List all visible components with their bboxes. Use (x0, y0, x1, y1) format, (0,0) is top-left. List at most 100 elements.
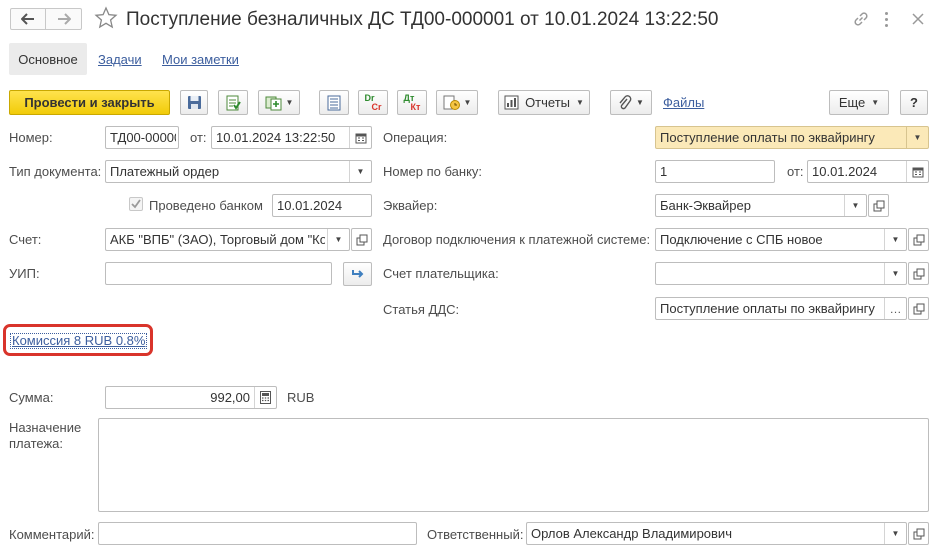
paperclip-icon (619, 94, 632, 109)
bank-date-field[interactable]: 10.01.2024 (807, 160, 929, 183)
open-icon (356, 234, 368, 246)
tab-main-label: Основное (18, 51, 78, 67)
acquirer-open-button[interactable] (868, 194, 889, 217)
post-and-close-button[interactable]: Провести и закрыть (9, 90, 170, 115)
date-from-label: от: (190, 130, 207, 145)
number-label: Номер: (9, 130, 53, 145)
forward-button[interactable] (46, 8, 82, 30)
document-clock-icon (443, 95, 460, 110)
dropdown-icon[interactable]: ▼ (327, 229, 349, 250)
payer-account-label: Счет плательщика: (383, 266, 499, 281)
calendar-icon[interactable] (906, 161, 928, 182)
comment-input[interactable] (98, 522, 417, 545)
post-button[interactable] (218, 90, 248, 115)
date-value: 10.01.2024 13:22:50 (216, 130, 336, 145)
currency-label: RUB (287, 390, 315, 405)
sum-label: Сумма: (9, 390, 54, 405)
print-document-button[interactable]: ▼ (436, 90, 478, 115)
cr-text: Cr (371, 101, 382, 112)
account-select[interactable]: АКБ "ВПБ" (ЗАО), Торговый дом "Комплексн… (105, 228, 350, 251)
create-based-on-button[interactable]: ▼ (258, 90, 300, 115)
bank-posted-date-value: 10.01.2024 (277, 198, 343, 213)
document-journal-button[interactable] (319, 90, 349, 115)
payer-account-open-button[interactable] (908, 262, 929, 285)
dropdown-icon[interactable]: ▼ (906, 127, 928, 148)
dropdown-icon[interactable]: ▼ (884, 263, 906, 284)
help-button[interactable]: ? (900, 90, 928, 115)
dds-value: Поступление оплаты по эквайрингу (660, 301, 875, 316)
uip-input[interactable] (105, 262, 332, 285)
account-open-button[interactable] (351, 228, 372, 251)
bank-number-label: Номер по банку: (383, 164, 483, 179)
account-value: АКБ "ВПБ" (ЗАО), Торговый дом "Комплексн… (110, 232, 325, 247)
dropdown-icon[interactable]: ▼ (844, 195, 866, 216)
tab-tasks[interactable]: Задачи (98, 52, 142, 67)
comment-label: Комментарий: (9, 527, 95, 542)
sum-value: 992,00 (210, 390, 250, 405)
responsible-select[interactable]: Орлов Александр Владимирович ▼ (526, 522, 907, 545)
open-icon (913, 303, 925, 315)
back-button[interactable] (10, 8, 46, 30)
operation-select[interactable]: Поступление оплаты по эквайрингу ▼ (655, 126, 929, 149)
dropdown-icon[interactable]: ▼ (884, 229, 906, 250)
kt-text: Кт (410, 101, 421, 112)
attachments-button[interactable]: ▼ (610, 90, 652, 115)
post-and-close-label: Провести и закрыть (24, 95, 155, 110)
contract-select[interactable]: Подключение с СПБ новое ▼ (655, 228, 907, 251)
payer-account-select[interactable]: ▼ (655, 262, 907, 285)
tab-main[interactable]: Основное (9, 43, 87, 75)
calculator-icon[interactable] (254, 387, 276, 408)
commission-link[interactable]: Комиссия 8 RUB 0.8% (10, 333, 148, 349)
bank-posted-date-field[interactable]: 10.01.2024 (272, 194, 372, 217)
arrow-left-icon (21, 13, 34, 25)
files-link[interactable]: Файлы (663, 95, 704, 110)
date-field[interactable]: 10.01.2024 13:22:50 (211, 126, 372, 149)
more-button[interactable]: Еще ▼ (829, 90, 889, 115)
open-icon (873, 200, 885, 212)
acquirer-label: Эквайер: (383, 198, 438, 213)
link-icon[interactable] (852, 10, 870, 28)
reports-button[interactable]: Отчеты ▼ (498, 90, 590, 115)
responsible-open-button[interactable] (908, 522, 929, 545)
chevron-down-icon: ▼ (463, 98, 472, 107)
responsible-value: Орлов Александр Владимирович (531, 526, 732, 541)
report-icon (504, 95, 519, 110)
create-based-on-icon (265, 96, 282, 110)
dt-kt-button[interactable]: Дт Кт (397, 90, 427, 115)
uip-action-button[interactable] (343, 262, 372, 286)
open-icon (913, 528, 925, 540)
dds-field[interactable]: Поступление оплаты по эквайрингу … (655, 297, 907, 320)
dropdown-icon[interactable]: ▼ (349, 161, 371, 182)
ellipsis-icon[interactable]: … (884, 298, 906, 319)
sum-input[interactable]: 992,00 (105, 386, 277, 409)
save-button[interactable] (180, 90, 208, 115)
bank-posted-checkbox[interactable] (129, 197, 143, 211)
window-title: Поступление безналичных ДС ТД00-000001 о… (126, 9, 719, 30)
open-icon (913, 234, 925, 246)
dds-label: Статья ДДС: (383, 302, 460, 317)
more-label: Еще (838, 95, 866, 110)
purpose-textarea[interactable] (98, 418, 929, 512)
doc-type-label: Тип документа: (9, 164, 102, 179)
tab-my-notes[interactable]: Мои заметки (162, 52, 239, 67)
bank-posted-label: Проведено банком (149, 198, 263, 213)
doc-type-select[interactable]: Платежный ордер ▼ (105, 160, 372, 183)
bank-number-input[interactable]: 1 (655, 160, 775, 183)
calendar-icon[interactable] (349, 127, 371, 148)
close-icon[interactable] (910, 11, 926, 27)
dropdown-icon[interactable]: ▼ (884, 523, 906, 544)
number-field[interactable]: ТД00-000001 (105, 126, 179, 149)
contract-open-button[interactable] (908, 228, 929, 251)
help-label: ? (910, 95, 918, 110)
acquirer-select[interactable]: Банк-Эквайрер ▼ (655, 194, 867, 217)
dds-open-button[interactable] (908, 297, 929, 320)
purpose-label-line-1: Назначение (9, 420, 82, 435)
responsible-label: Ответственный: (427, 527, 524, 542)
favorite-star-icon[interactable] (94, 6, 118, 30)
dr-cr-button[interactable]: Dr Cr (358, 90, 388, 115)
chevron-down-icon: ▼ (636, 98, 644, 107)
more-menu-icon[interactable] (880, 10, 892, 28)
operation-value: Поступление оплаты по эквайрингу (660, 130, 875, 145)
bank-date-value: 10.01.2024 (812, 164, 878, 179)
open-icon (913, 268, 925, 280)
